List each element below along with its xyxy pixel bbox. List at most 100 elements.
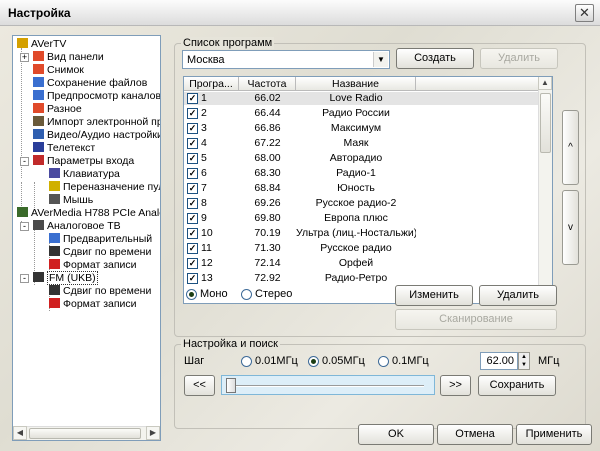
- program-enabled-checkbox[interactable]: ✓: [187, 153, 198, 164]
- ok-button[interactable]: OK: [358, 424, 434, 445]
- column-header-program[interactable]: Програ...: [184, 77, 239, 91]
- city-select[interactable]: Москва ▼: [182, 50, 390, 69]
- table-row[interactable]: ✓ 13 72.92 Радио-Ретро: [184, 272, 539, 285]
- table-row[interactable]: ✓ 8 69.26 Русское радио-2: [184, 197, 539, 210]
- tree-scroll-thumb[interactable]: [29, 428, 141, 439]
- cancel-button[interactable]: Отмена: [437, 424, 513, 445]
- delete-list-button[interactable]: Удалить: [480, 48, 558, 69]
- tree-item[interactable]: Телетекст: [33, 142, 95, 155]
- tree-item[interactable]: Сохранение файлов: [33, 77, 147, 90]
- program-enabled-checkbox[interactable]: ✓: [187, 168, 198, 179]
- expand-icon[interactable]: +: [20, 53, 29, 62]
- scroll-right-arrow-icon[interactable]: ▶: [146, 426, 160, 440]
- program-enabled-checkbox[interactable]: ✓: [187, 138, 198, 149]
- close-button[interactable]: ✕: [575, 4, 594, 22]
- spin-down-icon[interactable]: ▼: [519, 361, 529, 369]
- tree-item[interactable]: Предварительный: [49, 233, 152, 246]
- program-enabled-checkbox[interactable]: ✓: [187, 183, 198, 194]
- step-001-label: 0.01МГц: [255, 355, 298, 367]
- move-up-button[interactable]: ^: [562, 110, 579, 185]
- edit-button[interactable]: Изменить: [395, 285, 473, 306]
- tree-item[interactable]: Мышь: [49, 194, 93, 207]
- spin-up-icon[interactable]: ▲: [519, 353, 529, 361]
- program-enabled-checkbox[interactable]: ✓: [187, 108, 198, 119]
- program-enabled-checkbox[interactable]: ✓: [187, 228, 198, 239]
- program-number: 12: [201, 257, 213, 269]
- remove-button[interactable]: Удалить: [479, 285, 557, 306]
- collapse-icon[interactable]: -: [20, 222, 29, 231]
- table-row[interactable]: ✓ 10 70.19 Ультра (лиц.-Ностальжи): [184, 227, 539, 240]
- step-001-radio[interactable]: [241, 356, 252, 367]
- program-enabled-checkbox[interactable]: ✓: [187, 198, 198, 209]
- table-row[interactable]: ✓ 6 68.30 Радио-1: [184, 167, 539, 180]
- tree-item[interactable]: Предпросмотр каналов: [33, 90, 160, 103]
- frequency-spinner[interactable]: ▲ ▼: [518, 352, 530, 370]
- dialog-body: AVerTV + Вид панели Снимок Сохранение файлов…: [0, 26, 600, 451]
- table-row[interactable]: ✓ 9 69.80 Европа плюс: [184, 212, 539, 225]
- collapse-icon[interactable]: -: [20, 157, 29, 166]
- frequency-input[interactable]: 62.00: [480, 352, 518, 370]
- slider-track: [232, 385, 424, 387]
- settings-tree[interactable]: AVerTV + Вид панели Снимок Сохранение файлов…: [12, 35, 161, 441]
- program-enabled-checkbox[interactable]: ✓: [187, 258, 198, 269]
- station-name-cell: Маяк: [343, 137, 369, 149]
- tree-item[interactable]: Формат записи: [49, 298, 137, 311]
- scan-button[interactable]: Сканирование: [395, 309, 557, 330]
- tree-horizontal-scrollbar[interactable]: ◀ ▶: [13, 426, 160, 440]
- program-enabled-checkbox[interactable]: ✓: [187, 273, 198, 284]
- scroll-up-arrow-icon[interactable]: ▲: [538, 77, 552, 90]
- tree-item[interactable]: AVerTV: [17, 38, 66, 51]
- program-enabled-checkbox[interactable]: ✓: [187, 123, 198, 134]
- tree-item[interactable]: Импорт электронной прог: [33, 116, 160, 129]
- step-01-radio[interactable]: [378, 356, 389, 367]
- program-enabled-checkbox[interactable]: ✓: [187, 213, 198, 224]
- seek-back-button[interactable]: <<: [184, 375, 215, 396]
- tree-item[interactable]: Клавиатура: [49, 168, 120, 181]
- tree-item[interactable]: Снимок: [33, 64, 84, 77]
- column-header-name[interactable]: Название: [296, 77, 416, 91]
- tree-item-label: Параметры входа: [47, 155, 135, 167]
- table-row[interactable]: ✓ 4 67.22 Маяк: [184, 137, 539, 150]
- program-enabled-checkbox[interactable]: ✓: [187, 93, 198, 104]
- move-down-button[interactable]: v: [562, 190, 579, 265]
- create-button[interactable]: Создать: [396, 48, 474, 69]
- tree-item[interactable]: - Параметры входа: [20, 155, 135, 168]
- device-icon: [17, 207, 28, 217]
- stereo-radio[interactable]: [241, 289, 252, 300]
- station-name-cell: Юность: [337, 182, 375, 194]
- table-row[interactable]: ✓ 12 72.14 Орфей: [184, 257, 539, 270]
- table-row[interactable]: ✓ 7 68.84 Юность: [184, 182, 539, 195]
- fm-radio-icon: [33, 272, 44, 282]
- tree-item[interactable]: - Аналоговое ТВ: [20, 220, 121, 233]
- scroll-left-arrow-icon[interactable]: ◀: [13, 426, 27, 440]
- program-table[interactable]: Програ... Частота Название ✓ 1 66.02 Love R…: [183, 76, 553, 304]
- slider-thumb[interactable]: [226, 378, 236, 393]
- step-005-radio[interactable]: [308, 356, 319, 367]
- table-scroll-thumb[interactable]: [540, 93, 551, 153]
- tree-item[interactable]: Переназначение пульт: [49, 181, 160, 194]
- table-row[interactable]: ✓ 5 68.00 Авторадио: [184, 152, 539, 165]
- table-row[interactable]: ✓ 3 66.86 Максимум: [184, 122, 539, 135]
- program-enabled-checkbox[interactable]: ✓: [187, 243, 198, 254]
- apply-button[interactable]: Применить: [516, 424, 592, 445]
- seek-forward-button[interactable]: >>: [440, 375, 471, 396]
- column-header-frequency[interactable]: Частота: [239, 77, 296, 91]
- frequency-cell: 69.26: [254, 197, 281, 209]
- frequency-slider[interactable]: [221, 375, 435, 395]
- tree-item[interactable]: Сдвиг по времени: [49, 285, 151, 298]
- table-row[interactable]: ✓ 1 66.02 Love Radio: [184, 92, 539, 105]
- collapse-icon[interactable]: -: [20, 274, 29, 283]
- save-button[interactable]: Сохранить: [478, 375, 556, 396]
- tree-item[interactable]: + Вид панели: [20, 51, 104, 64]
- mono-radio[interactable]: [186, 289, 197, 300]
- tree-item[interactable]: - FM (UKB): [20, 271, 98, 285]
- tree-item[interactable]: Разное: [33, 103, 82, 116]
- tree-item[interactable]: Сдвиг по времени: [49, 246, 151, 259]
- tree-item[interactable]: -AVerMedia H788 PCIe Analo: [17, 207, 160, 220]
- collapse-icon[interactable]: -: [12, 209, 13, 218]
- table-row[interactable]: ✓ 11 71.30 Русское радио: [184, 242, 539, 255]
- table-vertical-scrollbar[interactable]: ▲ ▼: [538, 77, 552, 303]
- table-row[interactable]: ✓ 2 66.44 Радио России: [184, 107, 539, 120]
- chevron-down-icon[interactable]: ▼: [373, 52, 388, 67]
- tree-item[interactable]: Видео/Аудио настройки: [33, 129, 160, 142]
